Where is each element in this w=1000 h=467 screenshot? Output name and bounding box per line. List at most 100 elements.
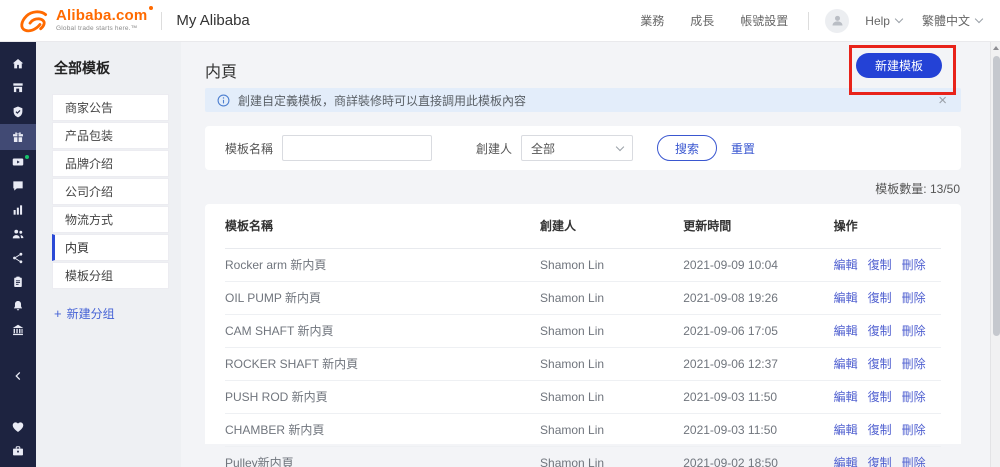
creator-select-value: 全部 [531, 141, 556, 156]
brand-tagline: Global trade starts here.™ [56, 25, 138, 33]
rail-item-media[interactable] [0, 150, 36, 174]
logo-text: Alibaba.com Global trade starts here.™ [56, 8, 147, 33]
rail-item-notifications[interactable] [0, 294, 36, 318]
delete-link[interactable]: 刪除 [902, 390, 926, 404]
edit-link[interactable]: 編輯 [834, 258, 858, 272]
sidebar-item-template-group[interactable]: 模板分组 [52, 262, 169, 289]
scrollbar-thumb[interactable] [992, 56, 1000, 336]
notification-badge [24, 154, 30, 160]
share-icon [13, 252, 23, 264]
edit-link[interactable]: 編輯 [834, 456, 858, 467]
delete-link[interactable]: 刪除 [902, 423, 926, 437]
delete-link[interactable]: 刪除 [902, 324, 926, 338]
sidebar-item-product-packaging[interactable]: 产品包装 [52, 122, 169, 149]
chevron-down-icon [615, 142, 625, 151]
template-name: CHAMBER 新内頁 [225, 413, 541, 447]
rail-item-favorites[interactable] [0, 415, 36, 439]
template-name-input[interactable] [282, 135, 433, 161]
rail-item-shop[interactable] [0, 76, 36, 100]
sidebar-item-brand-intro[interactable]: 品牌介绍 [52, 150, 169, 177]
copy-link[interactable]: 復制 [868, 324, 892, 338]
edit-link[interactable]: 編輯 [834, 291, 858, 305]
language-label: 繁體中文 [921, 14, 970, 28]
edit-link[interactable]: 編輯 [834, 324, 858, 338]
rail-item-finance[interactable] [0, 318, 36, 342]
edit-link[interactable]: 編輯 [834, 390, 858, 404]
rail-item-templates[interactable] [0, 124, 36, 150]
updated-time: 2021-09-06 12:37 [683, 347, 834, 381]
rail-item-security[interactable] [0, 100, 36, 124]
template-count: 模板數量: 13/50 [875, 182, 960, 196]
creator: Shamon Lin [540, 347, 684, 381]
icon-rail [0, 42, 36, 467]
sidebar-item-logistics[interactable]: 物流方式 [52, 206, 169, 233]
edit-link[interactable]: 編輯 [834, 357, 858, 371]
rail-item-home[interactable] [0, 52, 36, 76]
brand-name: Alibaba.com [56, 7, 148, 25]
content-header: 内頁 新建模板 [205, 42, 961, 95]
user-avatar[interactable] [825, 8, 850, 33]
new-group-button[interactable]: + 新建分组 [52, 305, 169, 322]
rail-item-messages[interactable] [0, 174, 36, 198]
filter-bar: 模板名稱 創建人 全部 搜索 重置 [205, 126, 961, 170]
rail-item-distribution[interactable] [0, 246, 36, 270]
template-sidebar: 全部模板 商家公告 产品包装 品牌介绍 公司介绍 物流方式 内頁 模板分组 + … [36, 42, 181, 467]
clipboard-icon [14, 276, 22, 287]
header-divider-2 [808, 11, 810, 30]
copy-link[interactable]: 復制 [868, 258, 892, 272]
rail-item-orders[interactable] [0, 270, 36, 294]
delete-link[interactable]: 刪除 [902, 258, 926, 272]
creator-select[interactable]: 全部 [521, 135, 634, 161]
creator: Shamon Lin [540, 380, 684, 414]
copy-link[interactable]: 復制 [868, 357, 892, 371]
col-updated-time: 更新時間 [683, 204, 834, 249]
edit-link[interactable]: 編輯 [834, 423, 858, 437]
sidebar-title: 全部模板 [54, 60, 110, 76]
reset-button[interactable]: 重置 [731, 140, 755, 157]
copy-link[interactable]: 復制 [868, 291, 892, 305]
plus-icon: + [54, 306, 62, 321]
user-icon [832, 15, 843, 26]
updated-time: 2021-09-08 19:26 [683, 281, 834, 315]
sidebar-item-company-intro[interactable]: 公司介绍 [52, 178, 169, 205]
help-label: Help [865, 13, 890, 28]
nav-business[interactable]: 業務 [640, 12, 664, 29]
banner-close-icon[interactable]: × [936, 93, 949, 108]
top-nav: 業務 成長 帳號設置 [640, 12, 788, 29]
copy-link[interactable]: 復制 [868, 390, 892, 404]
toolbox-icon [13, 446, 23, 456]
table-row: OIL PUMP 新内頁 Shamon Lin 2021-09-08 19:26… [225, 281, 941, 315]
template-name: ROCKER SHAFT 新内頁 [225, 347, 541, 381]
top-bar: Alibaba.com Global trade starts here.™ M… [0, 0, 1000, 42]
alibaba-logo[interactable]: Alibaba.com Global trade starts here.™ [18, 8, 147, 34]
sidebar-item-merchant-notice[interactable]: 商家公告 [52, 94, 169, 121]
rail-item-analytics[interactable] [0, 198, 36, 222]
vertical-scrollbar[interactable] [990, 42, 1000, 467]
creator: Shamon Lin [540, 281, 684, 315]
nav-account-settings[interactable]: 帳號設置 [740, 12, 788, 29]
banner-text: 創建自定義模板，商詳裝修時可以直接調用此模板內容 [238, 93, 527, 108]
scrollbar-up-arrow-icon[interactable] [991, 42, 1000, 54]
table-row: Pulley新内頁 Shamon Lin 2021-09-02 18:50 編輯… [225, 446, 941, 467]
rail-collapse[interactable] [0, 364, 36, 388]
copy-link[interactable]: 復制 [868, 423, 892, 437]
table-row: ROCKER SHAFT 新内頁 Shamon Lin 2021-09-06 1… [225, 347, 941, 381]
rail-item-customers[interactable] [0, 222, 36, 246]
sidebar-item-inner-page[interactable]: 内頁 [52, 234, 169, 261]
template-table-card: 模板名稱 創建人 更新時間 操作 Rocker arm 新内頁 Shamon L… [205, 204, 961, 467]
col-creator: 創建人 [540, 204, 684, 249]
create-template-button[interactable]: 新建模板 [855, 53, 942, 78]
language-menu[interactable]: 繁體中文 [921, 12, 984, 29]
delete-link[interactable]: 刪除 [902, 456, 926, 467]
delete-link[interactable]: 刪除 [902, 291, 926, 305]
help-menu[interactable]: Help [865, 13, 904, 28]
copy-link[interactable]: 復制 [868, 456, 892, 467]
nav-growth[interactable]: 成長 [690, 12, 714, 29]
updated-time: 2021-09-09 10:04 [683, 248, 834, 282]
table-row: Rocker arm 新内頁 Shamon Lin 2021-09-09 10:… [225, 248, 941, 282]
rail-item-tools[interactable] [0, 439, 36, 463]
search-button[interactable]: 搜索 [657, 135, 718, 161]
updated-time: 2021-09-06 17:05 [683, 314, 834, 348]
gift-icon [13, 132, 23, 142]
delete-link[interactable]: 刪除 [902, 357, 926, 371]
